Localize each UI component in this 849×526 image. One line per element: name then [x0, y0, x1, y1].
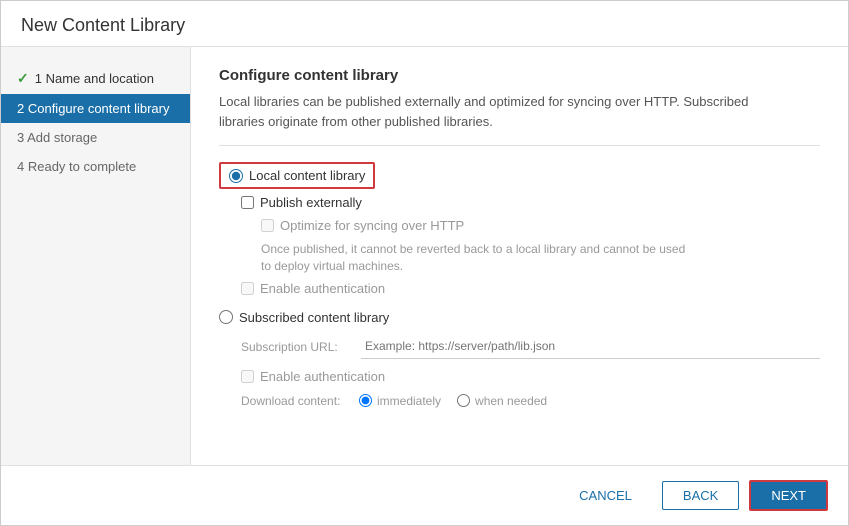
sidebar-item-step2[interactable]: 2 Configure content library [1, 94, 190, 123]
subscribed-sub-fields: Subscription URL: Enable authentication … [241, 335, 820, 408]
subscribed-library-radio-label[interactable]: Subscribed content library [219, 310, 820, 325]
publish-externally-checkbox[interactable] [241, 196, 254, 209]
check-icon: ✓ [17, 70, 29, 87]
local-library-radio[interactable] [229, 169, 243, 183]
publish-externally-option: Publish externally [241, 195, 820, 210]
when-needed-option[interactable]: when needed [457, 394, 547, 408]
sidebar: ✓ 1 Name and location 2 Configure conten… [1, 47, 191, 465]
enable-auth-sub-row: Enable authentication [241, 369, 820, 384]
local-sub-options: Publish externally Optimize for syncing … [241, 195, 820, 296]
subscribed-library-label: Subscribed content library [239, 310, 389, 325]
sidebar-item-step4-label: 4 Ready to complete [17, 159, 136, 174]
optimize-option: Optimize for syncing over HTTP [261, 218, 820, 233]
enable-auth-local-checkbox[interactable] [241, 282, 254, 295]
sidebar-item-step1-label: 1 Name and location [35, 71, 154, 86]
subscribed-library-radio[interactable] [219, 310, 233, 324]
sidebar-item-step2-label: 2 Configure content library [17, 101, 169, 116]
sidebar-item-step3[interactable]: 3 Add storage [1, 123, 190, 152]
when-needed-label: when needed [475, 394, 547, 408]
optimize-note: Once published, it cannot be reverted ba… [261, 241, 820, 275]
immediately-label: immediately [377, 394, 441, 408]
sidebar-item-step4[interactable]: 4 Ready to complete [1, 152, 190, 181]
subscription-url-label: Subscription URL: [241, 340, 351, 354]
next-button[interactable]: NEXT [749, 480, 828, 511]
when-needed-radio[interactable] [457, 394, 470, 407]
footer: CANCEL BACK NEXT [1, 465, 848, 525]
sidebar-item-step1[interactable]: ✓ 1 Name and location [1, 63, 190, 94]
local-library-radio-label[interactable]: Local content library [219, 162, 375, 189]
section-title: Configure content library [219, 67, 820, 84]
download-content-row: Download content: immediately when neede… [241, 394, 820, 408]
subscribed-library-group: Subscribed content library Subscription … [219, 310, 820, 408]
sidebar-item-step3-label: 3 Add storage [17, 130, 97, 145]
download-options: immediately when needed [359, 394, 547, 408]
download-content-label: Download content: [241, 394, 351, 408]
back-button[interactable]: BACK [662, 481, 739, 510]
immediately-radio[interactable] [359, 394, 372, 407]
optimize-label: Optimize for syncing over HTTP [280, 218, 464, 233]
immediately-option[interactable]: immediately [359, 394, 441, 408]
main-content: Configure content library Local librarie… [191, 47, 848, 465]
enable-auth-sub-checkbox[interactable] [241, 370, 254, 383]
dialog-title: New Content Library [1, 1, 848, 47]
dialog-body: ✓ 1 Name and location 2 Configure conten… [1, 47, 848, 465]
section-description: Local libraries can be published externa… [219, 92, 820, 146]
cancel-button[interactable]: CANCEL [559, 482, 652, 509]
local-library-label: Local content library [249, 168, 365, 183]
subscription-url-row: Subscription URL: [241, 335, 820, 359]
enable-auth-sub-label: Enable authentication [260, 369, 385, 384]
new-content-library-dialog: New Content Library ✓ 1 Name and locatio… [0, 0, 849, 526]
options-area: Local content library Publish externally… [219, 162, 820, 445]
optimize-checkbox[interactable] [261, 219, 274, 232]
local-library-group: Local content library Publish externally… [219, 162, 820, 296]
publish-externally-label: Publish externally [260, 195, 362, 210]
enable-auth-local-label: Enable authentication [260, 281, 385, 296]
section-desc-line1: Local libraries can be published externa… [219, 94, 748, 109]
subscription-url-input[interactable] [361, 335, 820, 359]
enable-auth-local-option: Enable authentication [241, 281, 820, 296]
section-desc-line2: libraries originate from other published… [219, 114, 493, 129]
